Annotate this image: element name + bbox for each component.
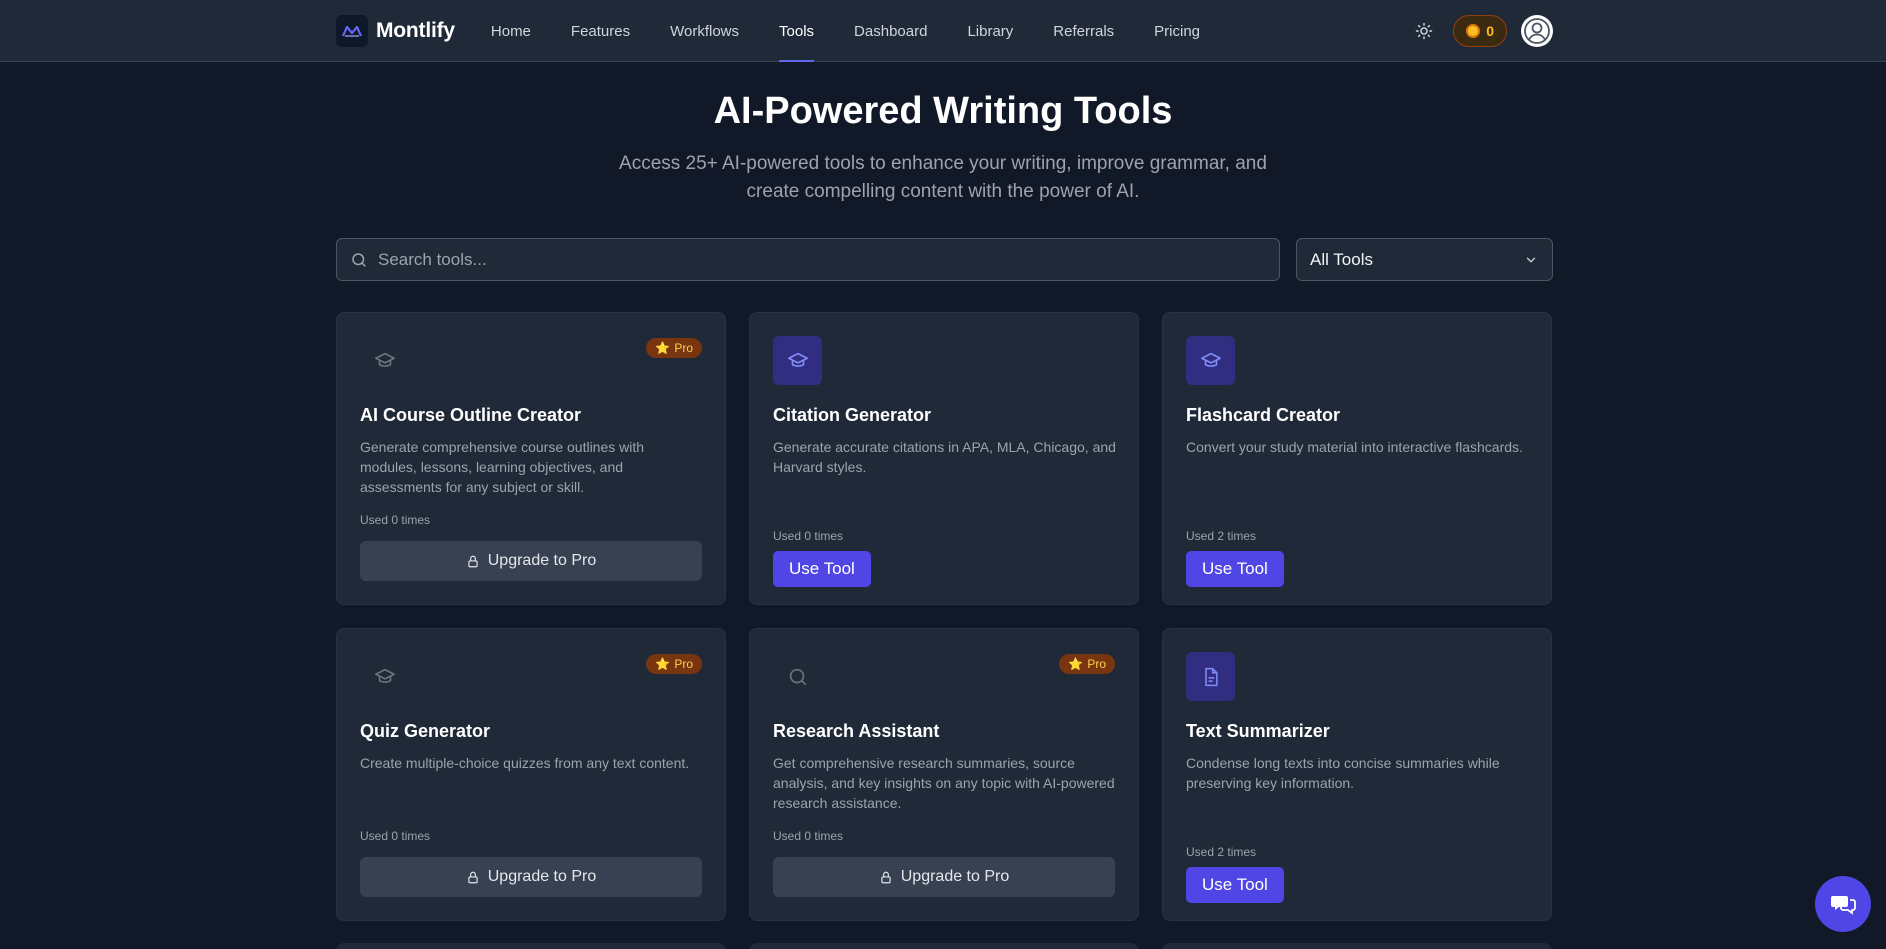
tool-usage-count: Used 2 times bbox=[1186, 529, 1257, 543]
brand-name: Montlify bbox=[376, 19, 455, 42]
page-title: AI-Powered Writing Tools bbox=[713, 90, 1173, 132]
tool-usage-count: Used 0 times bbox=[360, 513, 431, 527]
pro-badge: ⭐ Pro bbox=[1059, 654, 1115, 674]
nav-link-label: Home bbox=[490, 22, 531, 40]
use-tool-label: Use Tool bbox=[789, 559, 855, 578]
tool-usage-count: Used 0 times bbox=[360, 829, 431, 843]
top-navbar: Montlify Home Features Workflows Tools D… bbox=[0, 0, 1886, 62]
pro-badge: ⭐ Pro bbox=[646, 338, 702, 358]
tool-usage-count: Used 0 times bbox=[773, 529, 844, 543]
search-box bbox=[336, 238, 1280, 281]
upgrade-label: Upgrade to Pro bbox=[487, 868, 597, 885]
sun-icon bbox=[1415, 22, 1433, 40]
nav-link-pricing[interactable]: Pricing bbox=[1134, 0, 1220, 62]
filter-selected-value: All Tools bbox=[1310, 249, 1373, 269]
brand-logo[interactable]: Montlify bbox=[336, 15, 455, 47]
lock-icon bbox=[468, 871, 478, 883]
category-filter-select[interactable]: All Tools bbox=[1296, 238, 1553, 281]
nav-link-label: Pricing bbox=[1154, 22, 1201, 40]
tool-usage-count: Used 2 times bbox=[1186, 845, 1257, 859]
nav-link-label: Features bbox=[570, 22, 631, 40]
chat-support-button[interactable] bbox=[1815, 876, 1871, 932]
nav-link-workflows[interactable]: Workflows bbox=[650, 0, 759, 62]
nav-link-features[interactable]: Features bbox=[551, 0, 650, 62]
tool-description: Generate accurate citations in APA, MLA,… bbox=[773, 439, 1116, 475]
use-tool-button[interactable]: Use Tool bbox=[773, 551, 871, 587]
pro-badge-label: Pro bbox=[674, 657, 693, 671]
theme-toggle-button[interactable] bbox=[1409, 16, 1439, 46]
nav-link-label: Referrals bbox=[1053, 22, 1115, 40]
upgrade-to-pro-button[interactable]: Upgrade to Pro bbox=[360, 857, 702, 897]
tool-description: Convert your study material into interac… bbox=[1186, 439, 1523, 455]
search-input[interactable] bbox=[378, 249, 1279, 270]
tool-title: Quiz Generator bbox=[360, 721, 491, 741]
upgrade-to-pro-button[interactable]: Upgrade to Pro bbox=[773, 857, 1115, 897]
nav-link-label: Dashboard bbox=[854, 22, 928, 40]
logo-mark-icon bbox=[336, 15, 368, 47]
nav-link-dashboard[interactable]: Dashboard bbox=[834, 0, 947, 62]
tool-card-research-assistant: ⭐ Pro Research Assistant Get comprehensiv… bbox=[749, 628, 1139, 921]
tool-title: Citation Generator bbox=[773, 405, 932, 425]
search-icon bbox=[352, 252, 366, 267]
tool-card-flashcard-creator: Flashcard Creator Convert your study mat… bbox=[1162, 312, 1552, 605]
tool-title: Flashcard Creator bbox=[1186, 405, 1341, 425]
tool-title: AI Course Outline Creator bbox=[360, 405, 582, 425]
tool-card-citation-generator: Citation Generator Generate accurate cit… bbox=[749, 312, 1139, 605]
credits-badge[interactable]: 0 bbox=[1453, 15, 1507, 47]
use-tool-label: Use Tool bbox=[1202, 559, 1268, 578]
nav-actions: 0 bbox=[1409, 15, 1553, 47]
upgrade-to-pro-button[interactable]: Upgrade to Pro bbox=[360, 541, 702, 581]
tool-card-partial bbox=[1162, 943, 1552, 949]
upgrade-label: Upgrade to Pro bbox=[487, 552, 597, 569]
graduation-cap-icon bbox=[1186, 336, 1235, 385]
tool-description: Create multiple-choice quizzes from any … bbox=[360, 755, 690, 771]
document-icon bbox=[1186, 652, 1235, 701]
tool-description: Get comprehensive research summaries, so… bbox=[773, 755, 1115, 811]
nav-links: Home Features Workflows Tools Dashboard … bbox=[471, 0, 1220, 62]
use-tool-label: Use Tool bbox=[1202, 875, 1268, 894]
user-icon bbox=[1524, 18, 1550, 44]
tool-card-ai-course-outline-creator: ⭐ Pro AI Course Outline Creator Generate … bbox=[336, 312, 726, 605]
nav-link-tools[interactable]: Tools bbox=[759, 0, 834, 62]
pro-badge-label: Pro bbox=[674, 341, 693, 355]
credits-count: 0 bbox=[1486, 23, 1494, 39]
tool-description: Condense long texts into concise summari… bbox=[1186, 755, 1500, 791]
graduation-cap-icon bbox=[773, 336, 822, 385]
page-subtitle: Access 25+ AI-powered tools to enhance y… bbox=[619, 153, 1267, 202]
nav-link-library[interactable]: Library bbox=[947, 0, 1033, 62]
tool-usage-count: Used 0 times bbox=[773, 829, 844, 843]
nav-link-home[interactable]: Home bbox=[471, 0, 551, 62]
nav-link-label: Library bbox=[967, 22, 1014, 40]
chat-bubble-icon bbox=[1831, 896, 1856, 915]
tool-card-partial bbox=[749, 943, 1139, 949]
star-icon: ⭐ bbox=[655, 657, 671, 671]
graduation-cap-icon bbox=[360, 652, 409, 701]
navbar-inner: Montlify Home Features Workflows Tools D… bbox=[336, 0, 1553, 62]
star-icon: ⭐ bbox=[1068, 657, 1084, 671]
pro-badge: ⭐ Pro bbox=[646, 654, 702, 674]
tool-card-text-summarizer: Text Summarizer Condense long texts into… bbox=[1162, 628, 1552, 921]
nav-link-label: Tools bbox=[779, 22, 815, 40]
tool-description: Generate comprehensive course outlines w… bbox=[360, 439, 645, 495]
tool-card-quiz-generator: ⭐ Pro Quiz Generator Create multiple-choi… bbox=[336, 628, 726, 921]
lock-icon bbox=[881, 871, 891, 883]
chevron-down-icon bbox=[1526, 257, 1536, 263]
use-tool-button[interactable]: Use Tool bbox=[1186, 867, 1284, 903]
pro-badge-label: Pro bbox=[1087, 657, 1106, 671]
graduation-cap-icon bbox=[360, 336, 409, 385]
user-avatar[interactable] bbox=[1521, 15, 1553, 47]
tool-title: Text Summarizer bbox=[1186, 721, 1330, 741]
star-icon: ⭐ bbox=[655, 341, 671, 355]
nav-link-referrals[interactable]: Referrals bbox=[1033, 0, 1134, 62]
tool-card-partial bbox=[336, 943, 726, 949]
coin-icon bbox=[1466, 24, 1481, 38]
upgrade-label: Upgrade to Pro bbox=[900, 868, 1010, 885]
search-icon bbox=[773, 652, 822, 701]
nav-link-label: Workflows bbox=[670, 22, 740, 40]
tool-title: Research Assistant bbox=[773, 721, 940, 741]
use-tool-button[interactable]: Use Tool bbox=[1186, 551, 1284, 587]
lock-icon bbox=[468, 555, 478, 567]
